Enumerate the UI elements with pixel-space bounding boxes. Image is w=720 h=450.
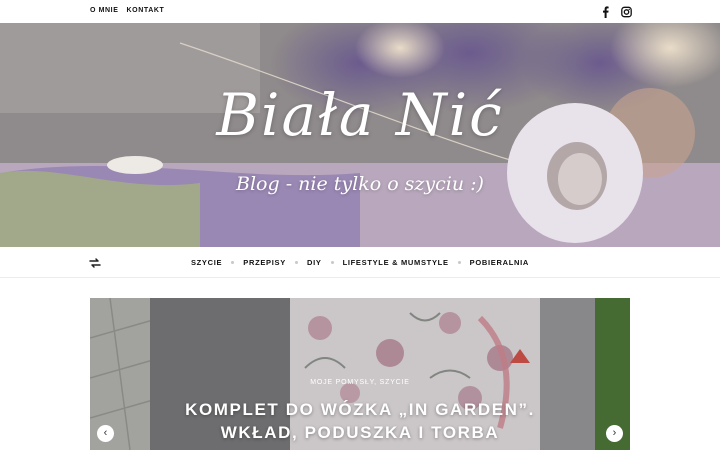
menu-item-szycie[interactable]: SZYCIE xyxy=(191,258,222,267)
slide-categories[interactable]: MOJE POMYSŁY, SZYCIE xyxy=(90,379,630,386)
hero-banner: Biała Nić Blog - nie tylko o szyciu :) xyxy=(0,23,720,247)
slide-title-line-1[interactable]: KOMPLET DO WÓZKA „IN GARDEN”. xyxy=(90,398,630,421)
menu-separator xyxy=(294,261,298,264)
top-bar: O MNIE KONTAKT xyxy=(0,0,720,23)
menu-item-diy[interactable]: DIY xyxy=(307,258,322,267)
menu-separator xyxy=(330,261,334,264)
social-links xyxy=(600,5,632,19)
top-link-contact[interactable]: KONTAKT xyxy=(127,7,165,14)
menu-item-przepisy[interactable]: PRZEPISY xyxy=(243,258,286,267)
main-nav: SZYCIE PRZEPISY DIY LIFESTYLE & MUMSTYLE… xyxy=(0,247,720,278)
menu-separator xyxy=(457,261,461,264)
menu-item-lifestyle[interactable]: LIFESTYLE & MUMSTYLE xyxy=(343,258,449,267)
chevron-left-icon[interactable]: ‹ xyxy=(97,425,114,442)
main-menu: SZYCIE PRZEPISY DIY LIFESTYLE & MUMSTYLE… xyxy=(0,258,720,267)
top-link-about[interactable]: O MNIE xyxy=(90,7,119,14)
facebook-icon[interactable] xyxy=(600,5,611,19)
chevron-right-icon[interactable]: › xyxy=(606,425,623,442)
blog-tagline: Blog - nie tylko o szyciu :) xyxy=(236,173,484,195)
slide-title-line-2[interactable]: WKŁAD, PODUSZKA I TORBA xyxy=(90,421,630,444)
menu-item-pobieralnia[interactable]: POBIERALNIA xyxy=(470,258,529,267)
blog-title[interactable]: Biała Nić xyxy=(0,81,720,149)
top-nav: O MNIE KONTAKT xyxy=(90,7,164,14)
slide-title[interactable]: KOMPLET DO WÓZKA „IN GARDEN”. WKŁAD, POD… xyxy=(90,398,630,444)
menu-separator xyxy=(231,261,235,264)
featured-slider[interactable]: MOJE POMYSŁY, SZYCIE KOMPLET DO WÓZKA „I… xyxy=(90,298,630,450)
instagram-icon[interactable] xyxy=(621,5,632,18)
